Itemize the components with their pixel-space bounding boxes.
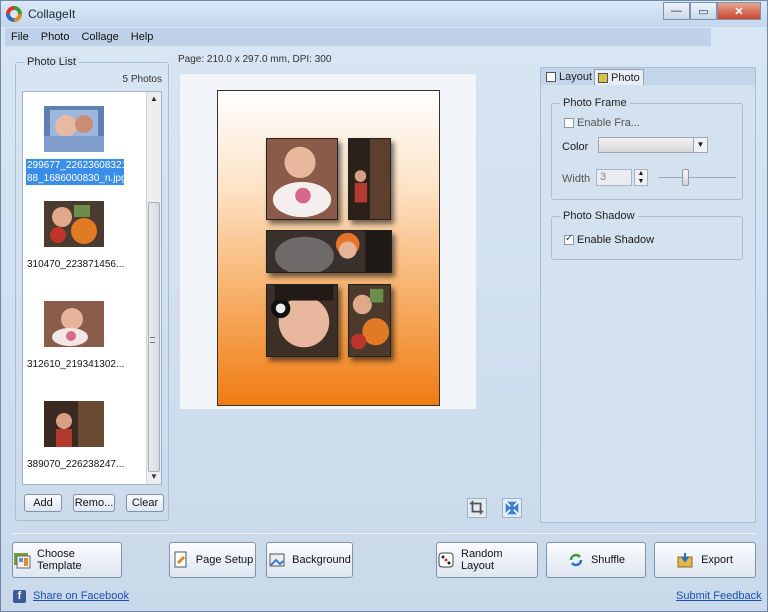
menu-collage[interactable]: Collage [75, 31, 124, 43]
photo-frame-group: Photo Frame Enable Fra... Color ▼ Width … [551, 97, 743, 200]
export-label: Export [701, 554, 733, 566]
app-window: CollageIt — ▭ ✕ File Photo Collage Help … [0, 0, 768, 612]
menu-file[interactable]: File [5, 31, 35, 43]
enable-shadow-checkbox[interactable]: Enable Shadow [564, 233, 655, 246]
collage-photo[interactable] [348, 284, 391, 357]
background-label: Background [292, 554, 351, 566]
template-icon [13, 551, 31, 569]
list-item[interactable]: 312610_219341302... [26, 297, 144, 397]
photo-list-title: Photo List [24, 56, 79, 68]
export-button[interactable]: Export [654, 542, 756, 578]
tab-layout[interactable]: Layout [543, 69, 595, 85]
crop-tool-icon[interactable] [467, 498, 487, 518]
photo-list-scrollbar[interactable]: ▲ ▼ [146, 92, 161, 484]
page-setup-button[interactable]: Page Setup [169, 542, 256, 578]
window-controls: — ▭ ✕ [663, 2, 761, 20]
background-icon [268, 551, 286, 569]
collage-photo[interactable] [266, 230, 392, 273]
scroll-down-arrow-icon[interactable]: ▼ [147, 470, 161, 484]
enable-frame-label: Enable Fra... [577, 117, 640, 129]
photo-shadow-group: Photo Shadow Enable Shadow [551, 210, 743, 260]
photo-thumbnail [44, 201, 104, 247]
tab-layout-label: Layout [559, 71, 593, 83]
clear-photos-button[interactable]: Clear [126, 494, 164, 512]
menu-help[interactable]: Help [125, 31, 160, 43]
scroll-grip-icon [150, 337, 155, 343]
shuffle-label: Shuffle [590, 554, 626, 566]
photo-filename: 312610_219341302... [27, 359, 125, 370]
scroll-up-arrow-icon[interactable]: ▲ [147, 92, 161, 106]
remove-photo-button[interactable]: Remo... [73, 494, 115, 512]
properties-tabs: Layout Photo [541, 68, 755, 85]
tab-photo[interactable]: Photo [594, 69, 644, 85]
page-setup-label: Page Setup [195, 554, 254, 566]
enable-frame-check-icon [564, 118, 574, 128]
frame-width-slider-track[interactable] [658, 177, 736, 178]
photo-list-panel: Photo List 5 Photos 299677_22623608321 8… [15, 56, 169, 521]
photo-count: 5 Photos [122, 74, 162, 85]
maximize-button[interactable]: ▭ [690, 2, 717, 20]
submit-feedback-link[interactable]: Submit Feedback [676, 590, 762, 602]
frame-width-slider-thumb[interactable] [682, 169, 689, 186]
enable-frame-checkbox[interactable]: Enable Fra... [564, 117, 640, 129]
facebook-icon[interactable]: f [13, 590, 26, 603]
menu-photo[interactable]: Photo [35, 31, 76, 43]
photo-icon [598, 72, 608, 83]
bottom-divider [11, 533, 756, 534]
photo-frame-title: Photo Frame [560, 97, 630, 109]
list-item[interactable]: 299677_22623608321 88_1686000830_n.jpg [26, 92, 144, 197]
photo-filename: 299677_22623608321 88_1686000830_n.jpg [26, 159, 128, 185]
enable-shadow-check-icon [564, 233, 574, 245]
collage-canvas[interactable] [179, 73, 477, 410]
color-dropdown-arrow-icon[interactable]: ▼ [693, 137, 708, 153]
window-title: CollageIt [28, 7, 76, 21]
choose-template-label: Choose Template [37, 548, 82, 572]
photo-thumbnail [44, 106, 104, 152]
minimize-button[interactable]: — [663, 2, 690, 20]
page-info: Page: 210.0 x 297.0 mm, DPI: 300 [178, 54, 332, 65]
title-bar: CollageIt — ▭ ✕ [1, 1, 767, 27]
photo-filename: 389070_226238247... [27, 459, 125, 470]
layout-icon [546, 72, 556, 82]
collage-page[interactable] [217, 90, 440, 406]
collage-photo[interactable] [348, 138, 391, 220]
export-icon [677, 551, 695, 569]
frame-width-label: Width [562, 173, 591, 185]
properties-panel: Layout Photo Photo Frame Enable Fra... C… [540, 67, 756, 523]
collage-photo[interactable] [266, 138, 338, 220]
photo-thumbnail [44, 401, 104, 447]
shuffle-button[interactable]: Shuffle [546, 542, 646, 578]
width-spinner-icon[interactable]: ▲ ▼ [634, 169, 648, 186]
share-on-facebook-link[interactable]: Share on Facebook [33, 590, 129, 602]
collage-photo[interactable] [266, 284, 338, 357]
frame-width-input[interactable]: 3 [596, 169, 632, 186]
collageit-logo-icon [6, 6, 22, 22]
photo-shadow-title: Photo Shadow [560, 210, 638, 222]
menu-bar: File Photo Collage Help [5, 28, 711, 46]
choose-template-button[interactable]: Choose Template [12, 542, 122, 578]
shuffle-icon [567, 551, 585, 569]
enable-shadow-label: Enable Shadow [577, 234, 655, 246]
tab-photo-label: Photo [611, 71, 640, 84]
fit-to-window-icon[interactable] [502, 498, 522, 518]
photo-filename: 310470_223871456... [27, 259, 125, 270]
dice-icon [437, 551, 455, 569]
add-photo-button[interactable]: Add [24, 494, 62, 512]
background-button[interactable]: Background [266, 542, 353, 578]
list-item[interactable]: 310470_223871456... [26, 197, 144, 297]
random-layout-button[interactable]: Random Layout [436, 542, 538, 578]
page-setup-icon [172, 551, 190, 569]
list-item[interactable]: 389070_226238247... [26, 397, 144, 484]
frame-color-picker[interactable] [598, 137, 708, 153]
frame-color-label: Color [562, 141, 589, 153]
photo-list-box[interactable]: 299677_22623608321 88_1686000830_n.jpg 3… [22, 91, 162, 485]
photo-thumbnail [44, 301, 104, 347]
random-layout-label: Random Layout [461, 548, 503, 572]
close-button[interactable]: ✕ [717, 2, 761, 20]
